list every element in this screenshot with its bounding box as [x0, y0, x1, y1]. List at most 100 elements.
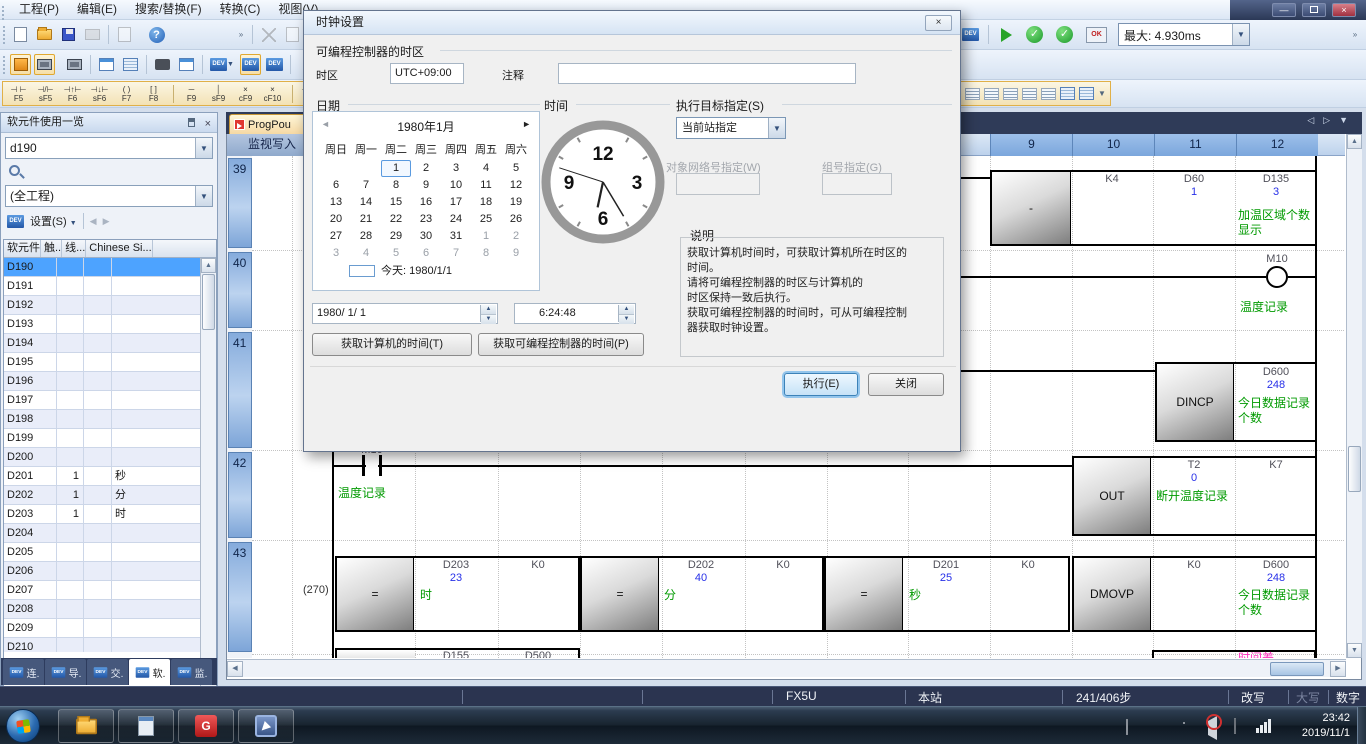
calendar-day[interactable]: 2: [501, 228, 531, 245]
align-icon[interactable]: [1041, 88, 1056, 100]
align-icon[interactable]: [984, 88, 999, 100]
contact-bar[interactable]: [379, 455, 382, 476]
run-button[interactable]: [996, 24, 1017, 45]
column-header[interactable]: 触..: [41, 240, 62, 257]
calendar-day[interactable]: 7: [441, 245, 471, 262]
table-row[interactable]: D196: [4, 372, 216, 391]
save-project-button[interactable]: [58, 24, 79, 45]
table-row[interactable]: D190: [4, 258, 216, 277]
get-plc-time-button[interactable]: 获取可编程控制器的时间(P): [478, 333, 644, 356]
column-number[interactable]: 9: [990, 134, 1072, 156]
scrollbar-thumb[interactable]: [202, 274, 215, 330]
calendar-day[interactable]: 10: [441, 177, 471, 194]
table-row[interactable]: D200: [4, 448, 216, 467]
pin-icon[interactable]: [188, 118, 195, 127]
table-row[interactable]: D199: [4, 429, 216, 448]
calendar-day[interactable]: 3: [321, 245, 351, 262]
start-button[interactable]: [6, 709, 40, 743]
calendar-day[interactable]: 29: [381, 228, 411, 245]
taskbar-clock[interactable]: 23:42 2019/11/1: [1262, 711, 1350, 741]
calendar-day[interactable]: 25: [471, 211, 501, 228]
scroll-right-icon[interactable]: ▶: [1330, 661, 1346, 677]
time-spinner[interactable]: ▲▼: [618, 305, 634, 322]
toolbar-overflow-button[interactable]: »: [234, 24, 248, 45]
tab-scroll-left-icon[interactable]: ◁: [1307, 115, 1314, 126]
target-station-select[interactable]: 当前站指定 ▼: [676, 117, 786, 139]
taskbar-gxworks-button[interactable]: G: [178, 709, 234, 743]
dropdown-arrow-icon[interactable]: ▼: [195, 186, 212, 206]
calendar-day[interactable]: 8: [471, 245, 501, 262]
spin-up-icon[interactable]: ▲: [619, 305, 634, 315]
table-row[interactable]: D197: [4, 391, 216, 410]
scope-select[interactable]: (全工程) ▼: [5, 185, 213, 207]
get-pc-time-button[interactable]: 获取计算机的时间(T): [312, 333, 472, 356]
calendar-day[interactable]: 1: [381, 160, 411, 177]
note-icon[interactable]: [1079, 87, 1094, 100]
align-icon[interactable]: [965, 88, 980, 100]
dialog-close-button[interactable]: ×: [925, 15, 952, 31]
fkey-button[interactable]: ⊣/⊢ sF5: [32, 85, 59, 103]
align-icon[interactable]: [1022, 88, 1037, 100]
calendar-day[interactable]: 13: [321, 194, 351, 211]
menu-item[interactable]: 编辑(E): [68, 0, 126, 19]
calendar-day[interactable]: 3: [441, 160, 471, 177]
column-number[interactable]: 12: [1236, 134, 1318, 156]
program-list-button[interactable]: [96, 54, 117, 75]
check-program-button[interactable]: ✓: [1024, 24, 1045, 45]
next-button[interactable]: ▶: [103, 216, 110, 227]
compare-op[interactable]: =: [336, 557, 414, 631]
table-row[interactable]: D208: [4, 600, 216, 619]
column-number[interactable]: 10: [1072, 134, 1154, 156]
timezone-field[interactable]: UTC+09:00: [390, 63, 464, 84]
device-display-dropdown[interactable]: DEV▼: [208, 54, 236, 75]
calendar-day[interactable]: 4: [351, 245, 381, 262]
align-icon[interactable]: [1003, 88, 1018, 100]
open-project-button[interactable]: [34, 24, 55, 45]
today-checkbox[interactable]: [349, 265, 375, 277]
print-button[interactable]: [82, 24, 103, 45]
date-spinner-field[interactable]: 1980/ 1/ 1 ▲▼: [312, 303, 498, 324]
coil-m10[interactable]: [1266, 266, 1288, 288]
calendar-day[interactable]: 9: [411, 177, 441, 194]
device-search-input[interactable]: d190 ▼: [5, 137, 213, 159]
instruction-op[interactable]: OUT: [1073, 457, 1151, 535]
calendar-day[interactable]: 4: [471, 160, 501, 177]
calendar-day[interactable]: 6: [321, 177, 351, 194]
check-parameter-button[interactable]: ✓: [1054, 24, 1075, 45]
table-row[interactable]: D207: [4, 581, 216, 600]
calendar-day[interactable]: 20: [321, 211, 351, 228]
table-row[interactable]: D198: [4, 410, 216, 429]
scroll-down-icon[interactable]: ▼: [1347, 643, 1362, 658]
calendar-day[interactable]: 30: [411, 228, 441, 245]
calendar-day[interactable]: 24: [441, 211, 471, 228]
panel-tab[interactable]: DEV 导.: [45, 659, 86, 685]
panel-close-icon[interactable]: ×: [205, 115, 211, 134]
scrollbar-thumb[interactable]: [1270, 662, 1324, 676]
table-row[interactable]: D210: [4, 638, 216, 652]
rung-number[interactable]: 43: [228, 542, 252, 652]
calendar-day[interactable]: 5: [501, 160, 531, 177]
ladder-hscrollbar[interactable]: ◀ ▶: [227, 659, 1346, 677]
spin-down-icon[interactable]: ▼: [481, 315, 496, 324]
taskbar-calculator-button[interactable]: [118, 709, 174, 743]
panel-tab[interactable]: DEV 连.: [3, 659, 44, 685]
table-row[interactable]: D204: [4, 524, 216, 543]
panel-tab[interactable]: DEV 监.: [171, 659, 212, 685]
help-button[interactable]: ?: [146, 24, 167, 45]
fkey-button[interactable]: [ ] F8: [140, 85, 167, 103]
tab-list-icon[interactable]: ▼: [1339, 115, 1348, 126]
copy-button[interactable]: [282, 24, 303, 45]
calendar-day[interactable]: 1: [471, 228, 501, 245]
calendar-day[interactable]: 15: [381, 194, 411, 211]
calendar-day[interactable]: 16: [411, 194, 441, 211]
menu-item[interactable]: 搜索/替换(F): [126, 0, 211, 19]
calendar-day[interactable]: 5: [381, 245, 411, 262]
calendar-day[interactable]: [351, 160, 381, 177]
device-comment-button[interactable]: DEV: [240, 54, 261, 75]
dialog-title-bar[interactable]: 时钟设置: [304, 11, 960, 35]
contact-bar[interactable]: [362, 455, 365, 476]
calendar-day[interactable]: 28: [351, 228, 381, 245]
spin-down-icon[interactable]: ▼: [619, 315, 634, 324]
dialog-close-action-button[interactable]: 关闭: [868, 373, 944, 396]
prev-button[interactable]: ◀: [90, 216, 97, 227]
